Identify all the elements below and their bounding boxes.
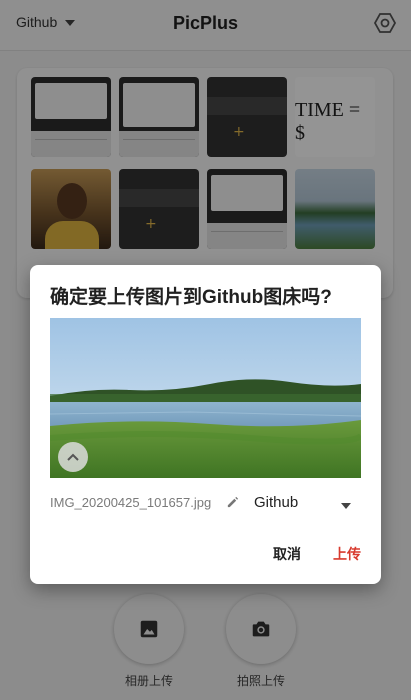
image-bed-select[interactable]: Github — [254, 493, 361, 515]
upload-confirm-dialog: 确定要上传图片到Github图床吗? IMG_20200425_101657.j… — [30, 265, 381, 584]
dialog-title: 确定要上传图片到Github图床吗? — [50, 287, 332, 308]
filename: IMG_20200425_101657.jpg — [50, 495, 212, 510]
edit-filename-icon[interactable] — [226, 496, 239, 509]
dialog-actions: 取消 上传 — [273, 538, 361, 570]
image-preview — [50, 318, 361, 478]
chevron-up-icon — [67, 453, 79, 461]
lake-photo-preview — [50, 318, 361, 478]
collapse-preview-button[interactable] — [58, 442, 88, 472]
chevron-down-icon — [341, 503, 351, 509]
cancel-button[interactable]: 取消 — [273, 538, 301, 570]
image-bed-select-value: Github — [254, 494, 299, 511]
upload-button[interactable]: 上传 — [333, 538, 361, 570]
file-info-row: IMG_20200425_101657.jpg Github — [50, 493, 361, 515]
